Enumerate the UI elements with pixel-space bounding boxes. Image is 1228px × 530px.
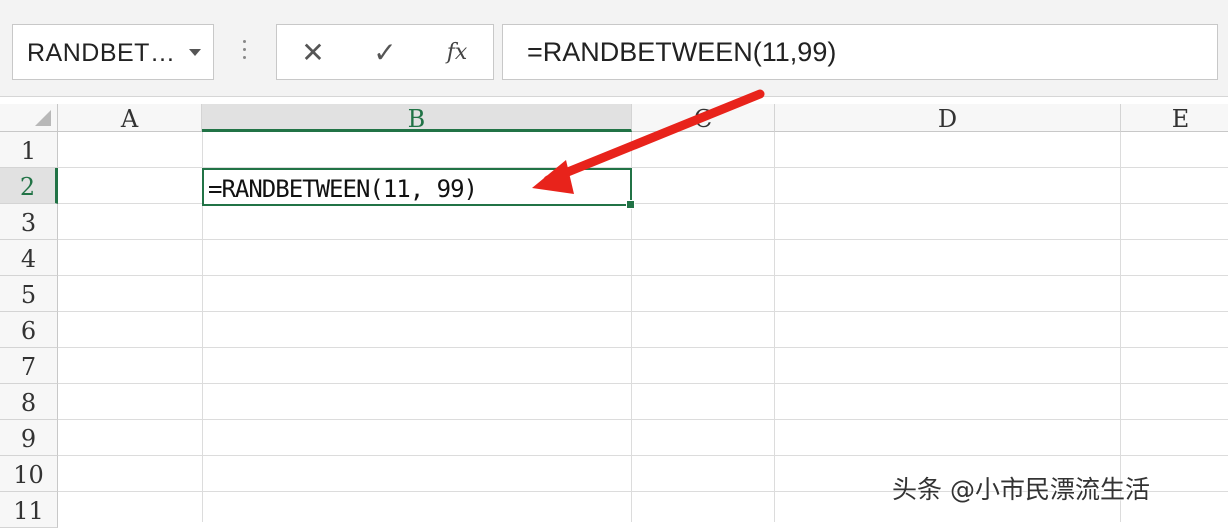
- annotation-arrow-icon: [532, 89, 765, 194]
- watermark: 头条 @小市民漂流生活: [892, 475, 1150, 504]
